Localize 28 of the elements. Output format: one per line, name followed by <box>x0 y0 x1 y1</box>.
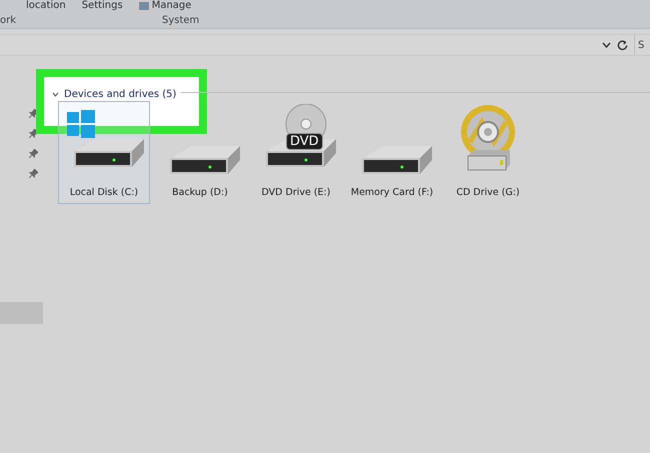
drive-tile[interactable]: Local Disk (C:) <box>58 101 150 204</box>
drive-tile[interactable]: DVD DVD Drive (E:) <box>250 101 342 204</box>
drive-label: CD Drive (G:) <box>456 187 520 198</box>
chevron-down-icon[interactable] <box>602 42 611 48</box>
drive-tile[interactable]: Memory Card (F:) <box>346 101 438 204</box>
address-bar[interactable]: S <box>0 34 650 56</box>
pin-icon[interactable] <box>29 129 38 138</box>
pin-icon[interactable] <box>29 149 38 158</box>
ribbon-label[interactable]: Manage <box>138 0 192 12</box>
drive-label: DVD Drive (E:) <box>262 187 330 198</box>
ribbon-label[interactable]: location <box>26 0 66 12</box>
drive-tile[interactable]: CD Drive (G:) <box>442 101 534 204</box>
ribbon-group-label: System <box>162 14 200 26</box>
chevron-icon <box>52 92 59 97</box>
pin-icon[interactable] <box>29 109 38 118</box>
drive-label: Memory Card (F:) <box>350 187 434 198</box>
pin-icon[interactable] <box>29 169 38 178</box>
search-field[interactable]: S <box>634 35 650 55</box>
drive-label: Backup (D:) <box>172 187 228 198</box>
hard-drive-icon <box>170 146 240 174</box>
section-header[interactable]: Devices and drives (5) <box>52 89 176 100</box>
drive-label: Local Disk (C:) <box>70 187 138 198</box>
hard-drive-icon <box>362 146 432 174</box>
drive-tile[interactable]: Backup (D:) <box>154 101 246 204</box>
refresh-icon[interactable] <box>617 40 628 50</box>
dvd-badge: DVD <box>286 133 323 150</box>
ribbon-label[interactable]: Settings <box>82 0 123 12</box>
ribbon-group-label: ork <box>0 14 18 26</box>
